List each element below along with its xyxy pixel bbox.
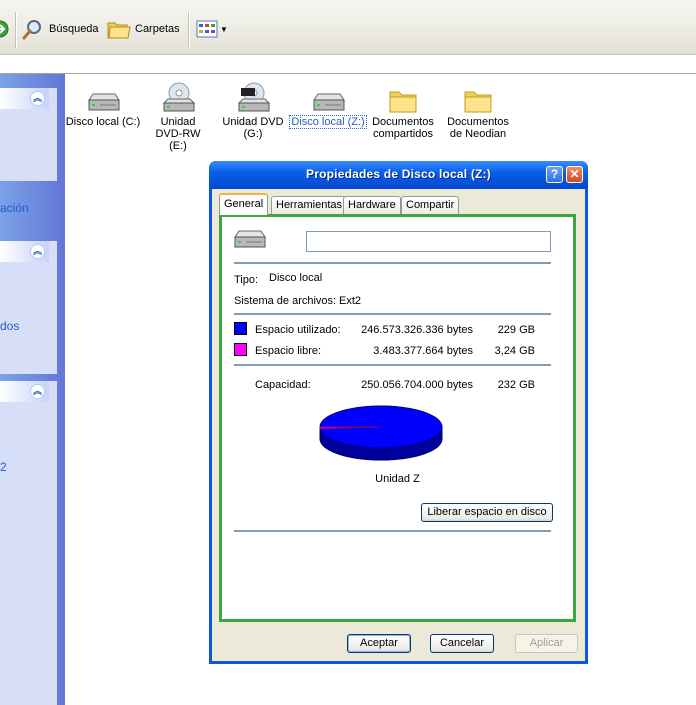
toolbar: Búsqueda Carpetas ▼ bbox=[0, 0, 696, 55]
dvd-drive-icon bbox=[162, 82, 195, 112]
task-pane-text-2[interactable]: dos bbox=[0, 319, 19, 333]
task-pane: ︽ ación ︽ dos ︽ 2 bbox=[0, 74, 65, 705]
views-icon bbox=[196, 20, 218, 38]
used-space-gb: 229 GB bbox=[497, 324, 535, 336]
forward-button[interactable] bbox=[0, 17, 10, 41]
task-pane-text-1[interactable]: ación bbox=[0, 201, 29, 215]
help-button[interactable]: ? bbox=[546, 166, 563, 183]
close-button[interactable]: ✕ bbox=[566, 166, 583, 183]
forward-arrow-icon bbox=[0, 20, 9, 38]
dialog-title: Propiedades de Disco local (Z:) bbox=[306, 167, 491, 181]
folder-label: Documentos de Neodian bbox=[447, 116, 509, 140]
divider bbox=[234, 313, 551, 315]
task-panel-3 bbox=[0, 381, 57, 705]
drive-z[interactable]: Disco local (Z:) bbox=[289, 80, 367, 129]
filesystem-label: Sistema de archivos: bbox=[234, 295, 337, 307]
hard-drive-icon bbox=[234, 230, 266, 248]
hard-drive-icon bbox=[313, 93, 345, 111]
search-icon bbox=[22, 20, 41, 40]
folders-button[interactable]: Carpetas bbox=[107, 17, 180, 41]
search-button[interactable]: Búsqueda bbox=[21, 17, 99, 41]
folder-icon bbox=[464, 91, 492, 113]
folder-shared-documents[interactable]: Documentos compartidos bbox=[364, 80, 442, 140]
folder-label: Documentos compartidos bbox=[372, 116, 434, 140]
drive-c[interactable]: Disco local (C:) bbox=[64, 80, 142, 128]
general-tab-panel: Tipo: Disco local Sistema de archivos: E… bbox=[219, 214, 576, 622]
collapse-chevron-icon[interactable]: ︽ bbox=[30, 244, 45, 259]
drive-label: Unidad DVD-RW (E:) bbox=[155, 116, 201, 152]
drive-caption: Unidad Z bbox=[375, 473, 420, 485]
used-space-label: Espacio utilizado: bbox=[255, 324, 341, 336]
help-icon: ? bbox=[550, 167, 559, 181]
drive-g[interactable]: Unidad DVD (G:) bbox=[214, 80, 292, 140]
folder-icon bbox=[389, 91, 417, 113]
divider bbox=[234, 262, 551, 264]
folders-label: Carpetas bbox=[135, 23, 180, 35]
tab-sharing[interactable]: Compartir bbox=[401, 196, 460, 214]
used-space-bytes: 246.573.326.336 bytes bbox=[361, 324, 473, 336]
hard-drive-icon bbox=[88, 93, 120, 111]
type-label: Tipo: bbox=[234, 274, 259, 286]
task-panel-header-1[interactable]: ︽ bbox=[0, 88, 49, 109]
filesystem-value: Ext2 bbox=[339, 295, 362, 307]
dialog-body: General Herramientas Hardware Compartir … bbox=[212, 189, 585, 661]
drive-label: Disco local (Z:) bbox=[289, 115, 367, 129]
cancel-button[interactable]: Cancelar bbox=[430, 634, 494, 653]
divider bbox=[234, 530, 551, 532]
views-button[interactable]: ▼ bbox=[196, 17, 228, 41]
properties-dialog: Propiedades de Disco local (Z:) ? ✕ Gene… bbox=[209, 161, 588, 664]
collapse-chevron-icon[interactable]: ︽ bbox=[30, 384, 45, 399]
free-color-swatch bbox=[234, 343, 247, 356]
tab-hardware[interactable]: Hardware bbox=[343, 196, 401, 214]
task-panel-header-3[interactable]: ︽ bbox=[0, 381, 49, 402]
used-color-swatch bbox=[234, 322, 247, 335]
capacity-bytes: 250.056.704.000 bytes bbox=[361, 379, 473, 391]
folders-icon bbox=[107, 22, 131, 39]
chevron-down-icon: ▼ bbox=[220, 24, 228, 34]
search-label: Búsqueda bbox=[49, 23, 99, 35]
drive-name-field[interactable] bbox=[306, 231, 551, 252]
dvd-drive-icon bbox=[237, 82, 270, 112]
type-value: Disco local bbox=[269, 272, 323, 284]
free-space-gb: 3,24 GB bbox=[494, 345, 535, 357]
address-bar[interactable] bbox=[0, 55, 696, 74]
task-panel-header-2[interactable]: ︽ bbox=[0, 241, 49, 262]
capacity-label: Capacidad: bbox=[255, 379, 311, 391]
drive-label: Disco local (C:) bbox=[65, 116, 141, 128]
disk-cleanup-button[interactable]: Liberar espacio en disco bbox=[421, 503, 553, 522]
free-space-label: Espacio libre: bbox=[255, 345, 322, 357]
free-space-bytes: 3.483.377.664 bytes bbox=[373, 345, 473, 357]
close-icon: ✕ bbox=[569, 167, 580, 181]
collapse-chevron-icon[interactable]: ︽ bbox=[30, 91, 45, 106]
drive-label: Unidad DVD (G:) bbox=[222, 116, 284, 140]
drive-e[interactable]: Unidad DVD-RW (E:) bbox=[139, 80, 217, 152]
disk-usage-pie bbox=[319, 405, 443, 461]
folder-neodian-documents[interactable]: Documentos de Neodian bbox=[439, 80, 517, 140]
tab-general[interactable]: General bbox=[219, 193, 269, 215]
capacity-gb: 232 GB bbox=[497, 379, 535, 391]
divider bbox=[234, 364, 551, 366]
ok-button[interactable]: Aceptar bbox=[347, 634, 411, 653]
task-pane-text-3[interactable]: 2 bbox=[0, 460, 7, 474]
apply-button[interactable]: Aplicar bbox=[515, 634, 578, 653]
tab-tools[interactable]: Herramientas bbox=[271, 196, 348, 214]
dialog-titlebar[interactable]: Propiedades de Disco local (Z:) ? ✕ bbox=[209, 161, 588, 189]
